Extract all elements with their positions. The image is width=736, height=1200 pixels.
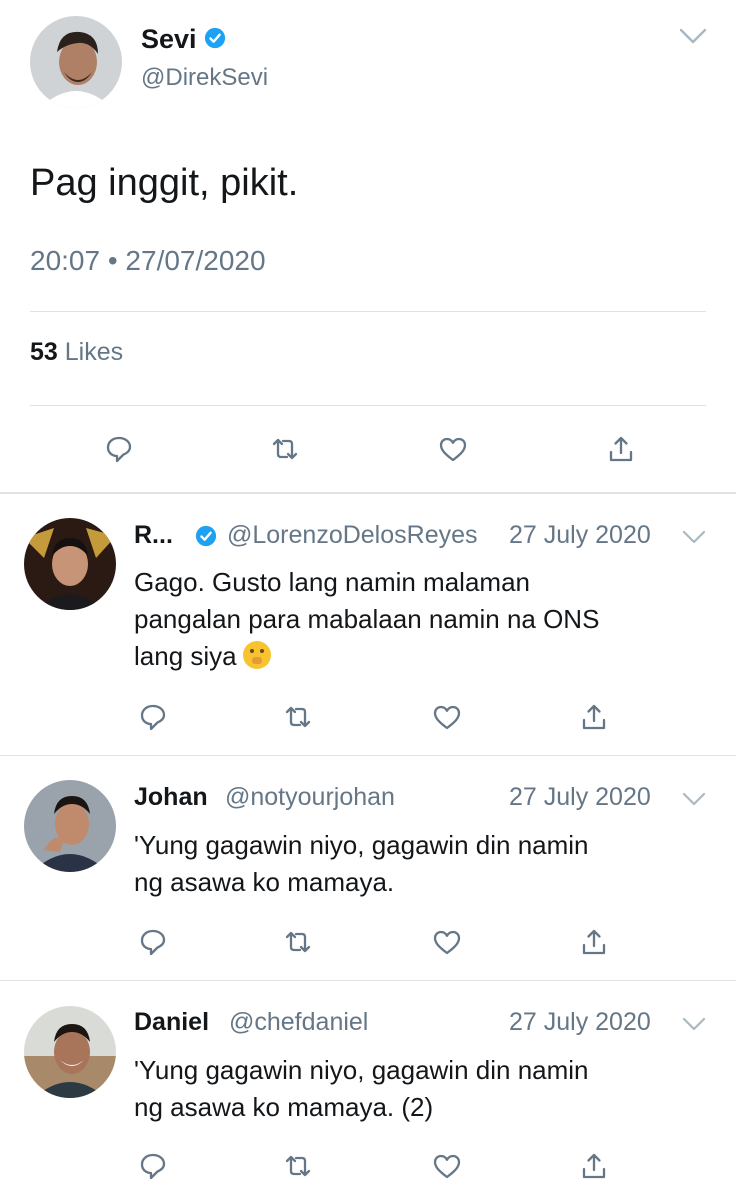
like-icon[interactable] [432,1151,462,1181]
reply-author-handle[interactable]: @chefdaniel [229,1008,368,1037]
likes-count: 53 [30,338,58,366]
chevron-down-icon[interactable] [681,1016,707,1032]
verified-badge-icon [204,27,226,49]
likes-label: Likes [64,338,124,366]
chevron-down-icon[interactable] [681,529,707,545]
divider [30,405,706,406]
divider [30,311,706,312]
reply-text-line: ng asawa ko mamaya. [134,867,395,897]
reply-author-name[interactable]: Daniel [134,1008,209,1037]
share-icon[interactable] [579,927,609,957]
retweet-icon[interactable] [283,1151,313,1181]
like-icon[interactable] [438,434,468,464]
reply-text-line: 'Yung gagawin niyo, gagawin din namin [134,1055,589,1085]
reply-text-segment: lang siya [134,641,237,671]
verified-badge-icon [195,525,217,547]
reply-icon[interactable] [138,927,168,957]
tweet-author-name[interactable]: Sevi [141,24,197,55]
chevron-down-icon[interactable] [678,26,708,46]
share-icon[interactable] [606,434,636,464]
like-icon[interactable] [432,927,462,957]
divider [0,755,736,756]
reply-icon[interactable] [138,702,168,732]
share-icon[interactable] [579,1151,609,1181]
reply-text-line: pangalan para mabalaan namin na ONS [134,604,600,634]
share-icon[interactable] [579,702,609,732]
likes-stat[interactable]: 53 Likes [30,338,123,367]
reply-icon[interactable] [104,434,134,464]
avatar-reply-3[interactable] [24,1006,116,1098]
reply-text-line: lang siya [134,638,271,674]
reply-date[interactable]: 27 July 2020 [509,783,651,812]
reply-author-name[interactable]: Johan [134,783,208,812]
chevron-down-icon[interactable] [681,791,707,807]
tweet-author-handle[interactable]: @DirekSevi [141,64,268,92]
avatar-reply-2[interactable] [24,780,116,872]
reply-date[interactable]: 27 July 2020 [509,521,651,550]
reply-text-line: 'Yung gagawin niyo, gagawin din namin [134,830,589,860]
reply-text-line: Gago. Gusto lang namin malaman [134,567,530,597]
retweet-icon[interactable] [283,927,313,957]
tweet-timestamp[interactable]: 20:07 • 27/07/2020 [30,245,266,277]
reply-author-name[interactable]: R... [134,521,173,550]
tweet-text: Pag inggit, pikit. [30,162,299,204]
section-divider [0,492,736,494]
reply-icon[interactable] [138,1151,168,1181]
retweet-icon[interactable] [283,702,313,732]
reply-text-line: ng asawa ko mamaya. (2) [134,1092,434,1122]
reply-author-handle[interactable]: @LorenzoDelosReyes [227,521,478,550]
avatar-reply-1[interactable] [24,518,116,610]
avatar-sevi[interactable] [30,16,122,108]
reply-date[interactable]: 27 July 2020 [509,1008,651,1037]
divider [0,980,736,981]
like-icon[interactable] [432,702,462,732]
retweet-icon[interactable] [270,434,300,464]
reply-author-handle[interactable]: @notyourjohan [225,783,395,812]
shushing-face-emoji [242,641,271,669]
